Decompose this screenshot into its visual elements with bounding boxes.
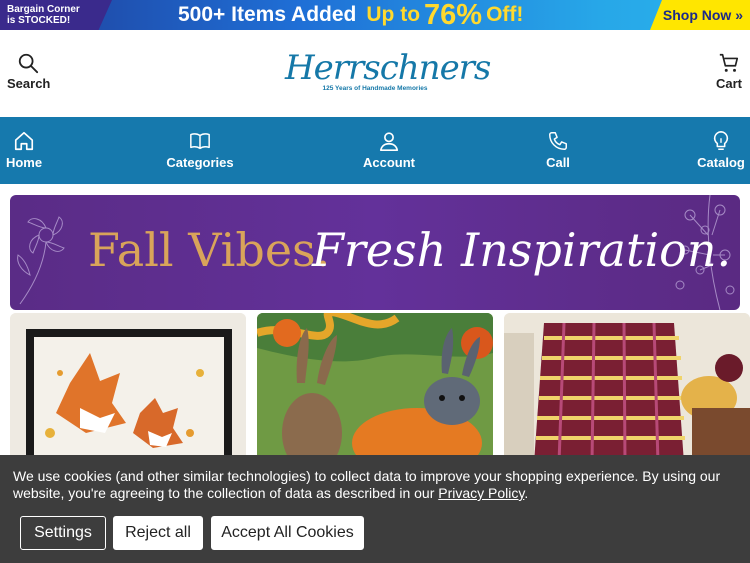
cart-icon bbox=[719, 53, 739, 72]
product-tile-afghan-blanket[interactable] bbox=[504, 313, 750, 463]
banner-fresh-inspiration: Fresh Inspiration. bbox=[312, 223, 732, 277]
phone-icon bbox=[549, 132, 567, 150]
cookie-message: We use cookies (and other similar techno… bbox=[13, 468, 733, 502]
nav-label-home: Home bbox=[5, 155, 43, 170]
search-button[interactable]: Search bbox=[7, 52, 51, 91]
search-icon bbox=[18, 53, 39, 74]
nav-label-categories: Categories bbox=[166, 155, 234, 170]
bargain-corner-badge[interactable]: Bargain Corner is STOCKED! bbox=[0, 0, 112, 30]
cookie-consent-banner: We use cookies (and other similar techno… bbox=[0, 455, 750, 563]
flower-illustration-left bbox=[17, 216, 65, 305]
nav-label-call: Call bbox=[546, 155, 570, 170]
promo-percent: 76% bbox=[424, 0, 483, 30]
cart-button[interactable]: Cart bbox=[714, 52, 744, 91]
fall-vibes-banner[interactable]: Fall Vibes. Fresh Inspiration. bbox=[10, 195, 740, 310]
cookie-settings-button[interactable]: Settings bbox=[20, 516, 106, 550]
bunnies-pumpkin-image bbox=[257, 313, 493, 463]
nav-item-home[interactable]: Home bbox=[4, 117, 44, 184]
nav-item-catalog[interactable]: Catalog bbox=[694, 117, 748, 184]
promo-upto: Up to bbox=[366, 3, 421, 26]
cookie-message-text: We use cookies (and other similar techno… bbox=[13, 468, 721, 501]
user-icon bbox=[379, 132, 399, 151]
nav-item-call[interactable]: Call bbox=[540, 117, 576, 184]
nav-label-account: Account bbox=[363, 155, 415, 170]
promo-bar[interactable]: Bargain Corner is STOCKED! 500+ Items Ad… bbox=[0, 0, 750, 30]
herrschners-logo[interactable]: Herrschners 125 Years of Handmade Memori… bbox=[285, 48, 491, 100]
promo-items-added: 500+ Items Added bbox=[178, 3, 357, 26]
cookie-message-end: . bbox=[524, 485, 529, 501]
site-header: Search Herrschners 125 Years of Handmade… bbox=[0, 30, 750, 117]
shop-now-label: Shop Now » bbox=[662, 7, 743, 23]
product-tile-bunnies-painting[interactable] bbox=[257, 313, 493, 463]
search-label: Search bbox=[7, 76, 51, 91]
home-icon bbox=[14, 131, 34, 151]
bargain-corner-line1: Bargain Corner bbox=[7, 4, 80, 15]
fox-cross-stitch-image bbox=[10, 313, 246, 463]
main-nav: Home Categories Account Call Catalog bbox=[0, 117, 750, 184]
bargain-corner-line2: is STOCKED! bbox=[7, 15, 71, 26]
nav-item-categories[interactable]: Categories bbox=[165, 117, 235, 184]
promo-off: Off! bbox=[486, 3, 524, 26]
product-tile-fox-cross-stitch[interactable] bbox=[10, 313, 246, 463]
banner-fall-vibes: Fall Vibes. bbox=[88, 223, 331, 277]
privacy-policy-link[interactable]: Privacy Policy bbox=[438, 485, 524, 501]
cart-label: Cart bbox=[715, 76, 742, 91]
logo-name: Herrschners bbox=[285, 48, 491, 88]
reject-all-button[interactable]: Reject all bbox=[113, 516, 203, 550]
lightbulb-icon bbox=[713, 131, 729, 151]
nav-label-catalog: Catalog bbox=[697, 155, 745, 170]
shop-now-button[interactable]: Shop Now » bbox=[650, 0, 750, 30]
nav-item-account[interactable]: Account bbox=[360, 117, 418, 184]
book-icon bbox=[190, 133, 210, 150]
promo-headline: 500+ Items Added Up to 76% Off! bbox=[178, 0, 523, 30]
accept-all-cookies-button[interactable]: Accept All Cookies bbox=[211, 516, 364, 550]
afghan-blanket-image bbox=[504, 313, 750, 463]
